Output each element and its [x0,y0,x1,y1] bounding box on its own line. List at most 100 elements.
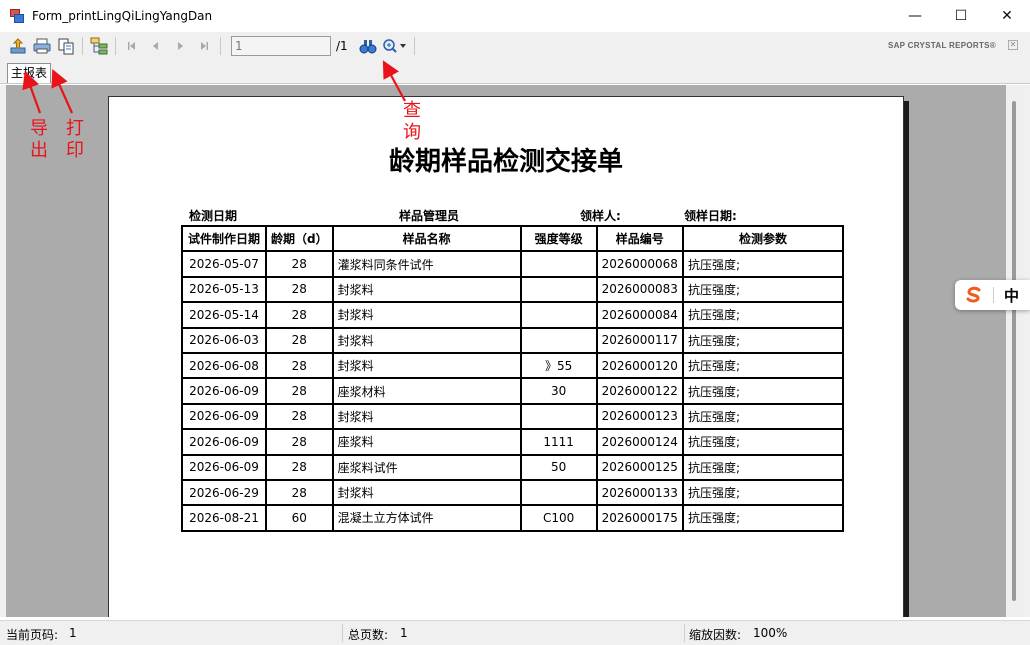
column-header: 检测参数 [681,224,844,253]
report-page: 龄期样品检测交接单 检测日期 样品管理员 领样人: 领样日期: 试件制作日期 龄… [108,96,904,617]
cell-date: 2026-06-09 [181,428,267,456]
cell-param: 抗压强度; [681,275,844,304]
copy-button[interactable] [54,35,78,57]
app-icon [10,9,24,23]
tab-strip: 主报表 [0,60,1030,84]
page-number-input[interactable] [231,36,331,56]
cell-code: 2026000120 [595,351,684,380]
zoom-button[interactable] [380,35,410,57]
table-row: 2026-05-07 28 灌浆料同条件试件 2026000068 抗压强度; [181,250,844,278]
cell-grade: 1111 [519,428,598,456]
cell-age: 28 [265,250,334,278]
column-header: 样品名称 [331,224,522,253]
print-annotation-1: 打 [66,118,84,139]
vertical-scrollbar[interactable] [1006,85,1024,617]
cell-name: 封浆料 [331,326,522,354]
cell-date: 2026-06-09 [181,453,267,481]
cell-param: 抗压强度; [681,428,844,456]
cell-age: 28 [265,428,334,456]
cell-date: 2026-06-03 [181,326,267,354]
page-total: /1 [336,39,348,53]
brand-close-icon[interactable]: ✕ [1008,40,1018,50]
group-tree-icon [90,37,108,55]
cell-age: 28 [265,351,334,380]
sample-manager-label: 样品管理员 [399,209,460,223]
cell-name: 灌浆料同条件试件 [331,250,522,278]
cell-age: 28 [265,326,334,354]
prev-page-button[interactable] [144,35,168,57]
cell-grade: C100 [519,504,598,532]
cell-code: 2026000083 [595,275,684,304]
cell-param: 抗压强度; [681,377,844,405]
close-button[interactable]: ✕ [984,0,1030,32]
search-annotation-2: 询 [403,122,421,143]
report-title: 龄期样品检测交接单 [388,147,623,177]
cell-grade [519,275,598,304]
group-tree-button[interactable] [87,35,111,57]
first-page-button[interactable] [120,35,144,57]
cell-grade: 》55 [519,351,598,380]
minimize-button[interactable]: — [892,0,938,32]
sample-table: 试件制作日期 龄期（d） 样品名称 强度等级 样品编号 检测参数 2026-05… [181,224,844,532]
report-toolbar: /1 SAP CRYSTAL REPORTS® ✕ [0,32,1030,60]
print-annotation-2: 印 [66,140,84,161]
print-button[interactable] [30,35,54,57]
cell-age: 28 [265,453,334,481]
cell-date: 2026-05-13 [181,275,267,304]
table-row: 2026-06-09 28 座浆料试件 50 2026000125 抗压强度; [181,453,844,481]
next-page-icon [178,42,183,50]
maximize-button[interactable]: ☐ [938,0,984,32]
cell-date: 2026-06-09 [181,402,267,431]
cell-param: 抗压强度; [681,301,844,329]
zoom-label: 缩放因数: [689,628,742,642]
table-row: 2026-06-09 28 座浆材料 30 2026000122 抗压强度; [181,377,844,405]
status-bar: 当前页码: 1 总页数: 1 缩放因数: 100% [0,620,1030,645]
cell-name: 座浆料试件 [331,453,522,481]
column-header: 强度等级 [519,224,598,253]
cell-age: 28 [265,402,334,431]
cell-param: 抗压强度; [681,326,844,354]
cell-name: 封浆料 [331,301,522,329]
brand-label: SAP CRYSTAL REPORTS® [887,41,996,50]
table-row: 2026-05-13 28 封浆料 2026000083 抗压强度; [181,275,844,304]
next-page-button[interactable] [168,35,192,57]
total-pages-label: 总页数: [348,628,389,642]
cell-grade: 50 [519,453,598,481]
last-page-button[interactable] [192,35,216,57]
copy-icon [58,38,74,55]
column-header: 样品编号 [595,224,684,253]
cell-name: 座浆料 [331,428,522,456]
cell-grade [519,402,598,431]
receive-date-label: 领样日期: [684,209,737,223]
cell-code: 2026000125 [595,453,684,481]
binoculars-icon [359,40,377,54]
current-page-value: 1 [69,626,77,640]
ime-widget[interactable]: 中 [955,280,1030,310]
table-row: 2026-08-21 60 混凝土立方体试件 C100 2026000175 抗压强度; [181,504,844,532]
cell-age: 28 [265,478,334,507]
cell-date: 2026-06-29 [181,478,267,507]
cell-age: 60 [265,504,334,532]
export-button[interactable] [6,35,30,57]
cell-age: 28 [265,275,334,304]
tab-main-report[interactable]: 主报表 [7,63,51,83]
cell-code: 2026000124 [595,428,684,456]
zoom-icon [382,39,406,53]
cell-grade [519,326,598,354]
cell-param: 抗压强度; [681,453,844,481]
cell-param: 抗压强度; [681,504,844,532]
cell-grade [519,250,598,278]
export-annotation-2: 出 [30,140,48,161]
zoom-value: 100% [753,626,788,640]
cell-code: 2026000175 [595,504,684,532]
report-viewer: 龄期样品检测交接单 检测日期 样品管理员 领样人: 领样日期: 试件制作日期 龄… [6,85,1024,617]
receiver-label: 领样人: [580,209,621,223]
ime-mode: 中 [1004,286,1020,305]
cell-name: 封浆料 [331,478,522,507]
cell-name: 封浆料 [331,402,522,431]
scrollbar-thumb[interactable] [1012,101,1016,601]
cell-code: 2026000133 [595,478,684,507]
table-row: 2026-06-29 28 封浆料 2026000133 抗压强度; [181,478,844,507]
cell-grade [519,301,598,329]
search-button[interactable] [356,35,380,57]
